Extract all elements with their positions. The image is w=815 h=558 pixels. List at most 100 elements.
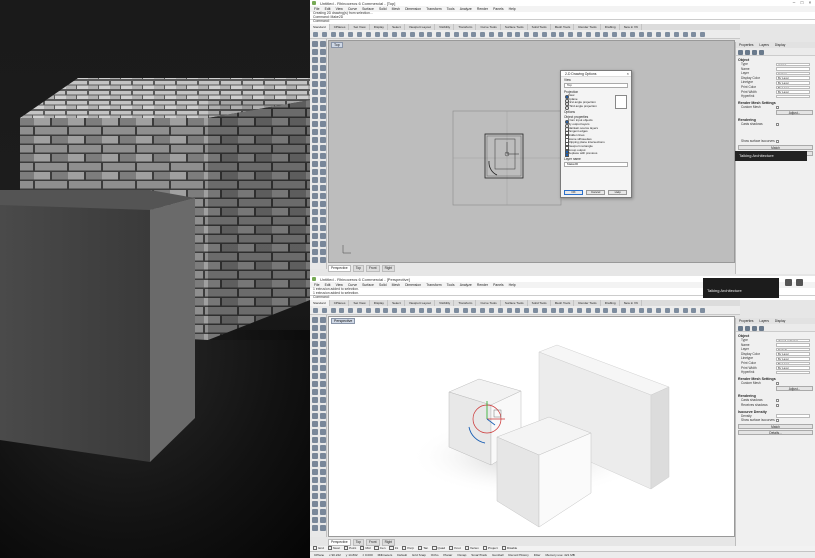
tool-icon[interactable]	[311, 325, 318, 331]
viewport-tab-right[interactable]: Right	[381, 265, 396, 272]
osnap-knot[interactable]: Knot	[449, 546, 460, 550]
tool-icon[interactable]	[445, 31, 450, 37]
tool-icon[interactable]	[691, 31, 697, 37]
tool-icon[interactable]	[311, 185, 318, 191]
show-isocurves-checkbox[interactable]	[776, 139, 779, 143]
tool-icon[interactable]	[311, 509, 318, 515]
tool-icon[interactable]	[319, 421, 326, 427]
minimize-icon[interactable]: –	[790, 0, 798, 5]
tool-icon[interactable]	[311, 421, 318, 427]
tool-icon[interactable]	[480, 307, 486, 313]
tool-icon[interactable]	[665, 307, 670, 313]
tool-icon[interactable]	[319, 445, 326, 451]
tool-icon[interactable]	[311, 209, 318, 215]
status-smarttrack[interactable]: SmartTrack	[471, 553, 487, 557]
tool-icon[interactable]	[418, 307, 424, 313]
osnap-perp[interactable]: Perp	[402, 546, 414, 550]
osnap-project[interactable]: Project	[483, 546, 498, 550]
tool-icon[interactable]	[462, 307, 468, 313]
tool-icon[interactable]	[311, 97, 318, 103]
tool-icon[interactable]	[319, 57, 326, 63]
tool-icon[interactable]	[559, 307, 565, 313]
tool-icon[interactable]	[577, 31, 582, 37]
tool-icon[interactable]	[319, 509, 326, 515]
maximize-icon[interactable]: □	[798, 0, 806, 5]
tool-icon[interactable]	[311, 217, 318, 223]
tool-icon[interactable]	[612, 307, 618, 313]
tool-icon[interactable]	[319, 461, 326, 467]
tool-icon[interactable]	[319, 381, 326, 387]
tool-icon[interactable]	[673, 307, 679, 313]
tool-icon[interactable]	[311, 201, 318, 207]
tool-icon[interactable]	[311, 493, 318, 499]
panel-tab-display[interactable]: Display	[775, 319, 785, 323]
tool-icon[interactable]	[541, 31, 547, 37]
tool-icon[interactable]	[311, 241, 318, 247]
tool-icon[interactable]	[603, 31, 609, 37]
tool-icon[interactable]	[629, 307, 635, 313]
close-icon[interactable]: ×	[806, 0, 814, 5]
tool-icon[interactable]	[319, 341, 326, 347]
tool-icon[interactable]	[594, 31, 600, 37]
material-icon[interactable]	[745, 49, 750, 55]
tool-icon[interactable]	[339, 307, 345, 313]
tool-icon[interactable]	[319, 357, 326, 363]
tool-icon[interactable]	[691, 307, 697, 313]
tool-icon[interactable]	[603, 307, 609, 313]
tool-icon[interactable]	[319, 373, 326, 379]
tool-icon[interactable]	[311, 233, 318, 239]
tool-icon[interactable]	[585, 307, 591, 313]
tool-icon[interactable]	[436, 307, 442, 313]
tool-icon[interactable]	[682, 307, 688, 313]
tool-icon[interactable]	[319, 89, 326, 95]
panel-tab-layers[interactable]: Layers	[759, 319, 769, 323]
overlay-button-icon[interactable]	[796, 279, 803, 286]
tool-icon[interactable]	[311, 461, 318, 467]
tool-icon[interactable]	[319, 81, 326, 87]
tool-icon[interactable]	[311, 437, 318, 443]
tool-icon[interactable]	[489, 31, 494, 37]
osnap-disable[interactable]: Disable	[502, 546, 517, 550]
texture-icon[interactable]	[759, 49, 764, 55]
tool-icon[interactable]	[311, 349, 318, 355]
tool-icon[interactable]	[319, 317, 326, 323]
panel-tab-properties[interactable]: Properties	[739, 43, 754, 47]
tool-icon[interactable]	[319, 41, 326, 47]
tool-icon[interactable]	[311, 381, 318, 387]
tool-icon[interactable]	[319, 257, 326, 263]
overlay-button-icon[interactable]	[785, 279, 792, 286]
tool-icon[interactable]	[506, 307, 512, 313]
tool-icon[interactable]	[311, 429, 318, 435]
tool-icon[interactable]	[311, 105, 318, 111]
tool-icon[interactable]	[427, 307, 433, 313]
light-icon[interactable]	[752, 49, 757, 55]
tool-icon[interactable]	[374, 307, 380, 313]
tool-icon[interactable]	[445, 307, 450, 313]
tool-icon[interactable]	[409, 31, 415, 37]
status-grid-snap[interactable]: Grid Snap	[412, 553, 426, 557]
osnap-mid[interactable]: Mid	[360, 546, 370, 550]
tool-icon[interactable]	[319, 105, 326, 111]
tool-icon[interactable]	[319, 201, 326, 207]
object-icon[interactable]	[738, 325, 743, 331]
top-viewport[interactable]: Top	[328, 40, 735, 263]
tool-icon[interactable]	[497, 31, 503, 37]
tool-icon[interactable]	[319, 193, 326, 199]
tool-icon[interactable]	[682, 31, 688, 37]
tool-icon[interactable]	[311, 373, 318, 379]
tool-icon[interactable]	[409, 307, 415, 313]
tool-icon[interactable]	[506, 31, 512, 37]
osnap-near[interactable]: Near	[328, 546, 340, 550]
help-button[interactable]: Help	[608, 190, 628, 195]
tool-icon[interactable]	[330, 31, 336, 37]
tool-icon[interactable]	[319, 453, 326, 459]
tool-icon[interactable]	[401, 31, 406, 37]
tool-icon[interactable]	[311, 257, 318, 263]
tool-icon[interactable]	[311, 397, 318, 403]
tool-icon[interactable]	[319, 501, 326, 507]
tool-icon[interactable]	[319, 365, 326, 371]
tool-icon[interactable]	[365, 307, 371, 313]
tool-icon[interactable]	[311, 501, 318, 507]
tool-icon[interactable]	[374, 31, 380, 37]
tool-icon[interactable]	[311, 445, 318, 451]
